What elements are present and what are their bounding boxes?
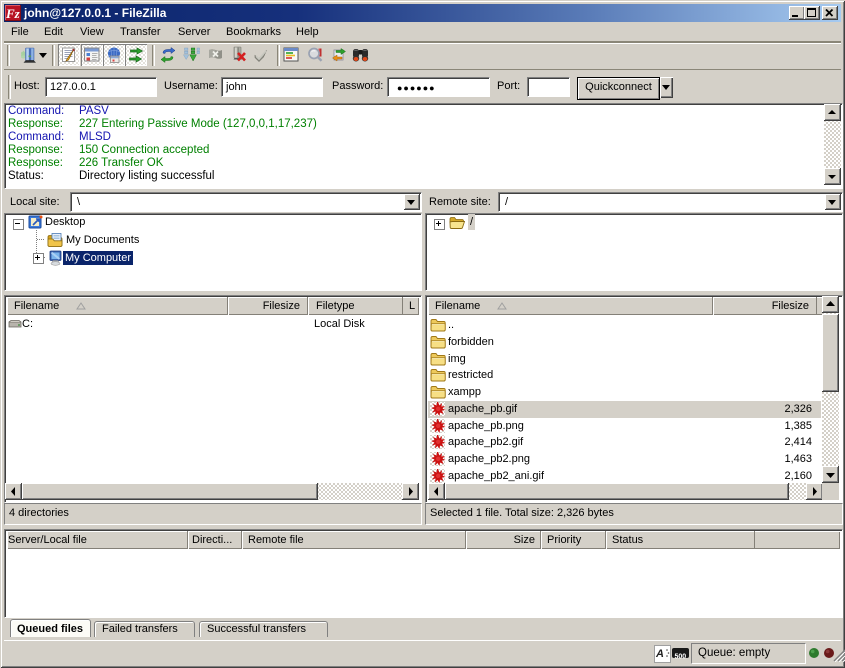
- svg-text:Fz: Fz: [5, 6, 21, 21]
- svg-text:A: A: [655, 648, 664, 660]
- svg-text:500: 500: [675, 654, 687, 661]
